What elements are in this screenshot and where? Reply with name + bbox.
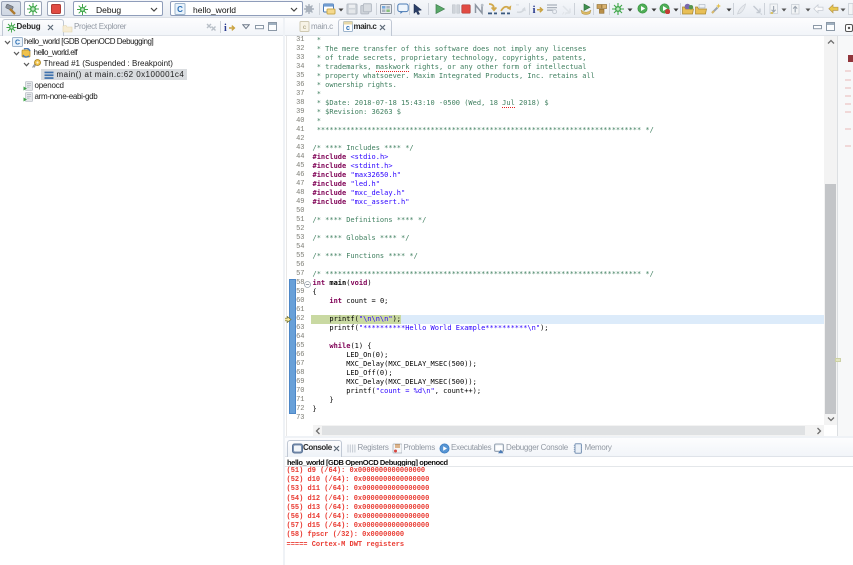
svg-text:i: i [224, 23, 227, 33]
svg-text:C: C [177, 5, 183, 14]
svg-text:c: c [303, 24, 307, 31]
svg-text:c: c [346, 25, 350, 32]
svg-text:i: i [533, 4, 536, 15]
